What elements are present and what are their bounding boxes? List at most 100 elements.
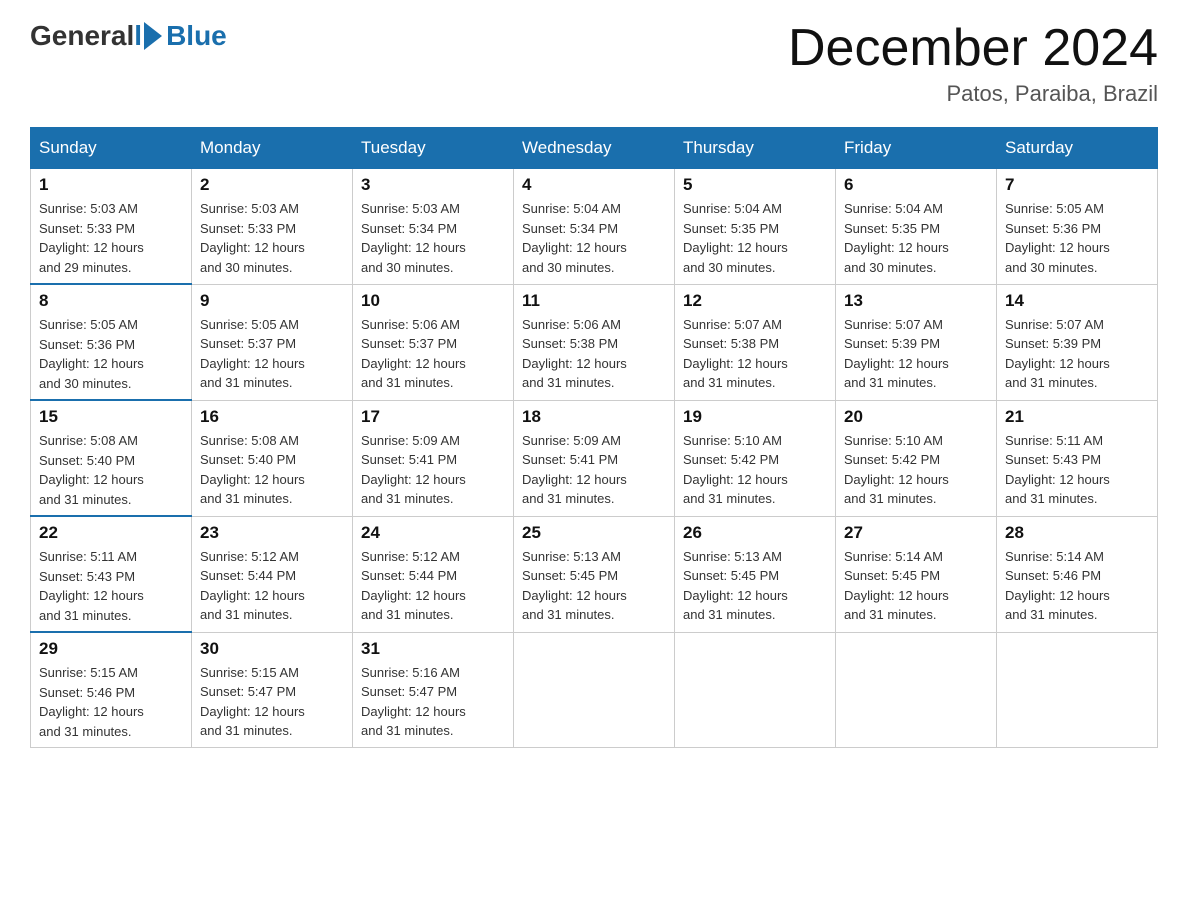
day-info: Sunrise: 5:15 AMSunset: 5:46 PMDaylight:… [39, 663, 183, 741]
calendar-cell: 16Sunrise: 5:08 AMSunset: 5:40 PMDayligh… [192, 400, 353, 516]
column-header-saturday: Saturday [997, 128, 1158, 169]
logo-general-text: General [30, 20, 134, 52]
logo-blue-section: l Blue [134, 20, 226, 52]
column-header-thursday: Thursday [675, 128, 836, 169]
calendar-cell: 11Sunrise: 5:06 AMSunset: 5:38 PMDayligh… [514, 284, 675, 400]
calendar-cell [675, 632, 836, 748]
logo-arrow-icon [144, 22, 162, 50]
day-number: 16 [200, 407, 344, 427]
day-info: Sunrise: 5:15 AMSunset: 5:47 PMDaylight:… [200, 663, 344, 741]
day-number: 24 [361, 523, 505, 543]
day-number: 4 [522, 175, 666, 195]
day-number: 1 [39, 175, 183, 195]
day-number: 2 [200, 175, 344, 195]
day-number: 28 [1005, 523, 1149, 543]
day-info: Sunrise: 5:13 AMSunset: 5:45 PMDaylight:… [522, 547, 666, 625]
calendar-cell: 23 Sunrise: 5:12 AMSunset: 5:44 PMDayligh… [192, 516, 353, 632]
day-number: 20 [844, 407, 988, 427]
calendar-cell: 29 Sunrise: 5:15 AMSunset: 5:46 PMDayligh… [31, 632, 192, 748]
day-info: Sunrise: 5:13 AMSunset: 5:45 PMDaylight:… [683, 547, 827, 625]
day-info: Sunrise: 5:03 AMSunset: 5:34 PMDaylight:… [361, 199, 505, 277]
calendar-cell: 14Sunrise: 5:07 AMSunset: 5:39 PMDayligh… [997, 284, 1158, 400]
day-number: 21 [1005, 407, 1149, 427]
calendar-cell: 7 Sunrise: 5:05 AMSunset: 5:36 PMDaylight… [997, 169, 1158, 285]
calendar-cell [836, 632, 997, 748]
calendar-cell: 12 Sunrise: 5:07 AMSunset: 5:38 PMDayligh… [675, 284, 836, 400]
title-section: December 2024 Patos, Paraiba, Brazil [788, 20, 1158, 107]
day-info: Sunrise: 5:16 AMSunset: 5:47 PMDaylight:… [361, 663, 505, 741]
calendar-cell: 1Sunrise: 5:03 AMSunset: 5:33 PMDaylight… [31, 169, 192, 285]
day-number: 6 [844, 175, 988, 195]
day-number: 27 [844, 523, 988, 543]
calendar-cell: 8 Sunrise: 5:05 AMSunset: 5:36 PMDaylight… [31, 284, 192, 400]
day-info: Sunrise: 5:08 AMSunset: 5:40 PMDaylight:… [39, 431, 183, 509]
day-number: 23 [200, 523, 344, 543]
day-info: Sunrise: 5:03 AMSunset: 5:33 PMDaylight:… [200, 199, 344, 277]
column-header-tuesday: Tuesday [353, 128, 514, 169]
calendar-cell: 30 Sunrise: 5:15 AMSunset: 5:47 PMDayligh… [192, 632, 353, 748]
day-info: Sunrise: 5:07 AMSunset: 5:39 PMDaylight:… [1005, 315, 1149, 393]
column-header-monday: Monday [192, 128, 353, 169]
calendar-cell: 28Sunrise: 5:14 AMSunset: 5:46 PMDayligh… [997, 516, 1158, 632]
calendar-cell: 9Sunrise: 5:05 AMSunset: 5:37 PMDaylight… [192, 284, 353, 400]
day-info: Sunrise: 5:06 AMSunset: 5:37 PMDaylight:… [361, 315, 505, 393]
column-header-sunday: Sunday [31, 128, 192, 169]
day-info: Sunrise: 5:09 AMSunset: 5:41 PMDaylight:… [522, 431, 666, 509]
calendar-cell: 21 Sunrise: 5:11 AMSunset: 5:43 PMDayligh… [997, 400, 1158, 516]
calendar-cell: 25 Sunrise: 5:13 AMSunset: 5:45 PMDayligh… [514, 516, 675, 632]
calendar-cell: 24 Sunrise: 5:12 AMSunset: 5:44 PMDayligh… [353, 516, 514, 632]
calendar-cell: 2 Sunrise: 5:03 AMSunset: 5:33 PMDaylight… [192, 169, 353, 285]
day-info: Sunrise: 5:07 AMSunset: 5:39 PMDaylight:… [844, 315, 988, 393]
calendar-cell: 27 Sunrise: 5:14 AMSunset: 5:45 PMDayligh… [836, 516, 997, 632]
calendar-cell: 18 Sunrise: 5:09 AMSunset: 5:41 PMDayligh… [514, 400, 675, 516]
day-number: 3 [361, 175, 505, 195]
day-number: 9 [200, 291, 344, 311]
calendar-table: SundayMondayTuesdayWednesdayThursdayFrid… [30, 127, 1158, 748]
calendar-cell: 31Sunrise: 5:16 AMSunset: 5:47 PMDayligh… [353, 632, 514, 748]
calendar-cell: 4 Sunrise: 5:04 AMSunset: 5:34 PMDaylight… [514, 169, 675, 285]
day-number: 18 [522, 407, 666, 427]
day-info: Sunrise: 5:12 AMSunset: 5:44 PMDaylight:… [200, 547, 344, 625]
day-number: 15 [39, 407, 183, 427]
calendar-cell: 6 Sunrise: 5:04 AMSunset: 5:35 PMDaylight… [836, 169, 997, 285]
calendar-cell: 13 Sunrise: 5:07 AMSunset: 5:39 PMDayligh… [836, 284, 997, 400]
day-info: Sunrise: 5:11 AMSunset: 5:43 PMDaylight:… [1005, 431, 1149, 509]
day-number: 19 [683, 407, 827, 427]
day-number: 10 [361, 291, 505, 311]
day-info: Sunrise: 5:14 AMSunset: 5:45 PMDaylight:… [844, 547, 988, 625]
day-info: Sunrise: 5:05 AMSunset: 5:36 PMDaylight:… [39, 315, 183, 393]
day-number: 7 [1005, 175, 1149, 195]
page-header: General l Blue December 2024 Patos, Para… [30, 20, 1158, 107]
day-number: 29 [39, 639, 183, 659]
day-info: Sunrise: 5:09 AMSunset: 5:41 PMDaylight:… [361, 431, 505, 509]
day-number: 22 [39, 523, 183, 543]
day-info: Sunrise: 5:05 AMSunset: 5:36 PMDaylight:… [1005, 199, 1149, 277]
day-number: 13 [844, 291, 988, 311]
day-number: 5 [683, 175, 827, 195]
logo-blue-text: Blue [166, 20, 227, 52]
location-title: Patos, Paraiba, Brazil [788, 81, 1158, 107]
calendar-cell: 20Sunrise: 5:10 AMSunset: 5:42 PMDayligh… [836, 400, 997, 516]
day-number: 26 [683, 523, 827, 543]
day-number: 25 [522, 523, 666, 543]
day-info: Sunrise: 5:10 AMSunset: 5:42 PMDaylight:… [683, 431, 827, 509]
day-number: 8 [39, 291, 183, 311]
day-number: 17 [361, 407, 505, 427]
day-info: Sunrise: 5:12 AMSunset: 5:44 PMDaylight:… [361, 547, 505, 625]
calendar-cell: 5Sunrise: 5:04 AMSunset: 5:35 PMDaylight… [675, 169, 836, 285]
calendar-cell: 10 Sunrise: 5:06 AMSunset: 5:37 PMDayligh… [353, 284, 514, 400]
calendar-cell [514, 632, 675, 748]
day-number: 11 [522, 291, 666, 311]
day-info: Sunrise: 5:04 AMSunset: 5:35 PMDaylight:… [844, 199, 988, 277]
day-number: 12 [683, 291, 827, 311]
day-info: Sunrise: 5:11 AMSunset: 5:43 PMDaylight:… [39, 547, 183, 625]
logo-b-letter: l [134, 20, 142, 52]
day-number: 30 [200, 639, 344, 659]
logo: General l Blue [30, 20, 227, 52]
calendar-cell: 3 Sunrise: 5:03 AMSunset: 5:34 PMDaylight… [353, 169, 514, 285]
calendar-cell: 15 Sunrise: 5:08 AMSunset: 5:40 PMDayligh… [31, 400, 192, 516]
day-info: Sunrise: 5:07 AMSunset: 5:38 PMDaylight:… [683, 315, 827, 393]
calendar-cell: 22 Sunrise: 5:11 AMSunset: 5:43 PMDayligh… [31, 516, 192, 632]
day-info: Sunrise: 5:04 AMSunset: 5:34 PMDaylight:… [522, 199, 666, 277]
column-header-friday: Friday [836, 128, 997, 169]
